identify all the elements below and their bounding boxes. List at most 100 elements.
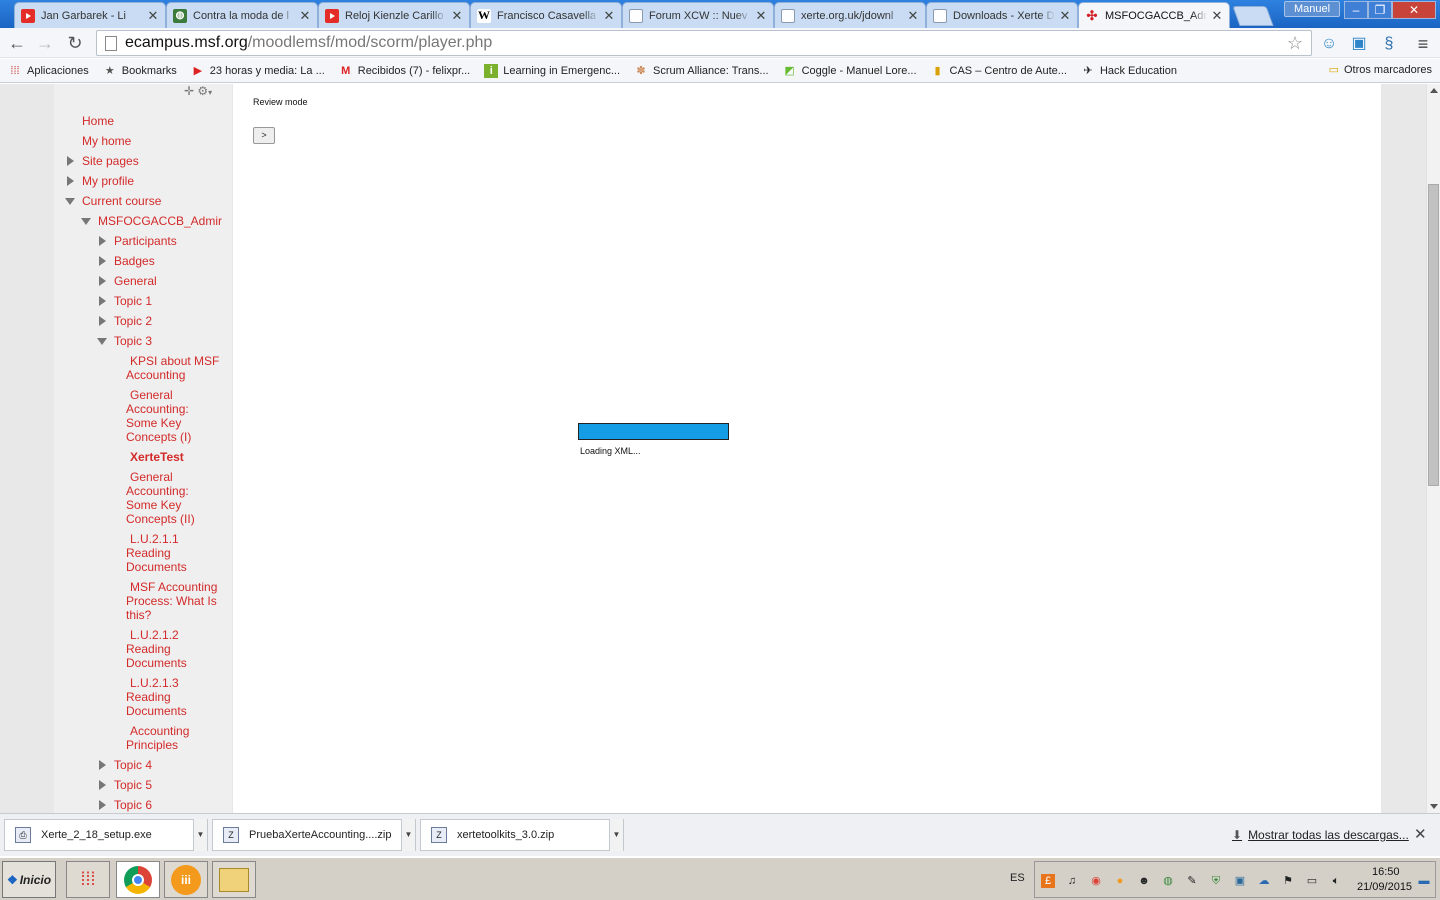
move-icon[interactable]: ✛ [184,84,194,98]
tab-reloj-kienzle[interactable]: Reloj Kienzle Carillo ✕ [318,2,470,28]
other-bookmarks[interactable]: ▭ Otros marcadores [1329,63,1432,77]
expand-icon[interactable] [99,256,106,266]
nav-activity-msf-accounting-process[interactable]: MSF Accounting Process: What Is this? [126,580,226,622]
monitor-icon[interactable]: ▣ [1233,874,1247,888]
nav-general[interactable]: General [114,274,157,288]
nav-topic-4[interactable]: Topic 4 [114,758,152,772]
panda-icon[interactable]: ☻ [1137,874,1151,888]
bookmark-hack-education[interactable]: ✈ Hack Education [1081,64,1177,78]
close-window-button[interactable]: ✕ [1392,1,1436,19]
expand-icon[interactable] [99,276,106,286]
reload-icon[interactable]: ↻ [64,32,86,54]
sync-icon[interactable]: ◍ [1161,874,1175,888]
gear-icon[interactable]: ⚙ [197,84,208,98]
download-menu-chevron-icon[interactable]: ▼ [609,819,623,851]
nav-course-msfocgaccb[interactable]: MSFOCGACCB_Admir [98,214,228,228]
nav-participants[interactable]: Participants [114,234,177,248]
extension-icon[interactable]: ☺ [1318,33,1340,55]
clock-date[interactable]: 21/09/2015 [1357,881,1412,893]
nav-current-course[interactable]: Current course [82,194,161,208]
bell-icon[interactable]: ♫ [1065,874,1079,888]
tab-close-icon[interactable]: ✕ [147,8,159,24]
expand-icon[interactable] [99,236,106,246]
close-shelf-icon[interactable]: ✕ [1414,825,1427,843]
bookmark-cas[interactable]: ▮ CAS – Centro de Aute... [931,64,1067,78]
tab-downloads-xerte[interactable]: Downloads - Xerte D ✕ [926,2,1078,28]
download-item[interactable]: Z xertetoolkits_3.0.zip ▼ [420,819,624,851]
tab-msfocgaccb[interactable]: ✣ MSFOCGACCB_Admi ✕ [1078,2,1230,28]
tab-francisco-casavella[interactable]: W Francisco Casavella ✕ [470,2,622,28]
chevron-down-icon[interactable]: ▾ [208,88,212,97]
download-item[interactable]: Z PruebaXerteAccounting....zip ▼ [212,819,416,851]
tab-close-icon[interactable]: ✕ [299,8,311,24]
clock-time[interactable]: 16:50 [1372,866,1400,878]
nav-badges[interactable]: Badges [114,254,155,268]
apps-grid-icon[interactable]: ⁞⁞⁞ [66,861,110,898]
bookmark-scrum[interactable]: ✽ Scrum Alliance: Trans... [634,64,768,78]
expand-icon[interactable] [99,800,106,810]
volume-icon[interactable]: 🔈︎ [1329,874,1343,888]
expand-icon[interactable] [99,296,106,306]
security-icon[interactable]: ⛨ [1209,874,1223,888]
language-indicator[interactable]: ES [1010,872,1025,884]
profile-button[interactable]: Manuel [1284,1,1340,17]
bookmark-star-icon[interactable]: ☆ [1287,33,1303,54]
nav-activity-lu-2-1-1[interactable]: L.U.2.1.1 Reading Documents [126,532,196,574]
chrome-icon[interactable] [116,861,160,898]
nav-home[interactable]: Home [82,114,114,128]
tab-xerte-download[interactable]: xerte.org.uk/jdownl ✕ [774,2,926,28]
toc-toggle-button[interactable]: > [253,127,275,144]
nav-activity-lu-2-1-3[interactable]: L.U.2.1.3 Reading Documents [126,676,196,718]
orange-tray-icon[interactable]: ● [1113,874,1127,888]
tab-close-icon[interactable]: ✕ [451,8,463,24]
trello-icon[interactable]: ▣ [1348,33,1370,55]
start-button[interactable]: ❖ Inicio [2,861,56,898]
nav-activity-lu-2-1-2[interactable]: L.U.2.1.2 Reading Documents [126,628,196,670]
network-icon[interactable]: ☁ [1257,874,1271,888]
bookmark-coggle[interactable]: ◩ Coggle - Manuel Lore... [783,64,916,78]
download-menu-chevron-icon[interactable]: ▼ [401,819,415,851]
download-menu-chevron-icon[interactable]: ▼ [193,819,207,851]
extension-s-icon[interactable]: § [1378,33,1400,55]
scroll-down-arrow-icon[interactable] [1430,804,1438,809]
tab-close-icon[interactable]: ✕ [1211,8,1223,24]
nav-activity-kpsi[interactable]: KPSI about MSF Accounting [126,354,226,382]
nav-topic-2[interactable]: Topic 2 [114,314,152,328]
nav-topic-1[interactable]: Topic 1 [114,294,152,308]
nav-activity-accounting-principles[interactable]: Accounting Principles [126,724,198,752]
bookmark-bookmarks[interactable]: ★ Bookmarks [103,64,177,78]
tab-close-icon[interactable]: ✕ [755,8,767,24]
bookmark-apps[interactable]: ⁞⁞⁞ Aplicaciones [8,64,88,78]
app-tray-icon[interactable]: £ [1041,874,1055,888]
expand-icon[interactable] [99,780,106,790]
minimize-button[interactable]: – [1344,1,1368,19]
file-explorer-icon[interactable] [212,861,256,898]
expand-icon[interactable] [99,316,106,326]
menu-icon[interactable]: ≡ [1412,33,1434,55]
new-tab-button[interactable] [1232,6,1274,26]
bookmark-recibidos[interactable]: M Recibidos (7) - felixpr... [339,64,470,78]
forward-icon[interactable]: → [34,32,56,54]
nav-topic-5[interactable]: Topic 5 [114,778,152,792]
show-desktop-icon[interactable]: ▬ [1417,874,1431,888]
tab-contra-la-moda[interactable]: ◍ Contra la moda de l ✕ [166,2,318,28]
download-item[interactable]: ⎙ Xerte_2_18_setup.exe ▼ [4,819,208,851]
back-icon[interactable]: ← [6,32,28,54]
display-icon[interactable]: ▭ [1305,874,1319,888]
bookmark-learning[interactable]: i Learning in Emergenc... [484,63,620,78]
tools-icon[interactable]: ✎ [1185,874,1199,888]
maximize-button[interactable]: ❐ [1368,1,1392,19]
app-icon[interactable]: iii [164,861,208,898]
expand-icon[interactable] [67,176,74,186]
tab-jan-garbarek[interactable]: Jan Garbarek - Li ✕ [14,2,166,28]
collapse-icon[interactable] [97,338,107,345]
nav-my-home[interactable]: My home [82,134,131,148]
tab-close-icon[interactable]: ✕ [1059,8,1071,24]
bookmark-23-horas[interactable]: ▶ 23 horas y media: La ... [191,64,325,78]
nav-topic-6[interactable]: Topic 6 [114,798,152,812]
nav-site-pages[interactable]: Site pages [82,154,139,168]
scrollbar-thumb[interactable] [1428,184,1439,486]
nav-my-profile[interactable]: My profile [82,174,134,188]
show-all-downloads-link[interactable]: ⬇ Mostrar todas las descargas... [1232,828,1409,842]
tab-close-icon[interactable]: ✕ [907,8,919,24]
